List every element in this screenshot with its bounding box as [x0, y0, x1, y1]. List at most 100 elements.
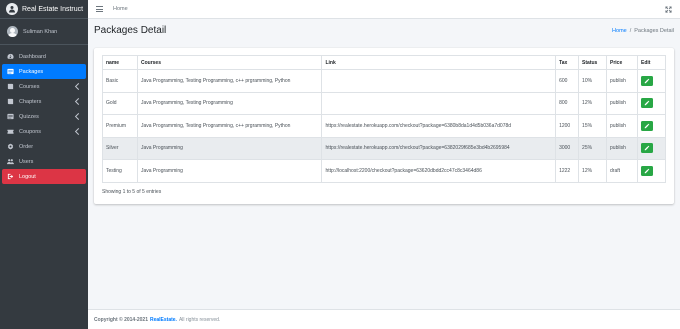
- sidebar-item-dashboard[interactable]: Dashboard: [2, 49, 86, 64]
- footer-copyright: Copyright © 2014-2021: [94, 316, 148, 323]
- sidebar-item-label: Dashboard: [19, 53, 46, 60]
- edit-icon: [644, 123, 650, 128]
- cell-tax: 1222: [555, 159, 580, 183]
- sidebar-item-quizzes[interactable]: Quizzes: [2, 109, 86, 124]
- column-header[interactable]: Edit: [636, 55, 667, 70]
- page-title: Packages Detail: [94, 25, 167, 36]
- table-header-row: name Courses Link Tax Status Price Edit: [102, 55, 667, 70]
- edit-icon: [644, 101, 650, 106]
- cog-icon: [7, 143, 14, 150]
- hamburger-icon[interactable]: [96, 6, 103, 12]
- cell-link: [321, 91, 557, 115]
- column-header[interactable]: Price: [606, 55, 638, 70]
- cell-tax: 1200: [555, 114, 580, 138]
- brand[interactable]: Real Estate Instruct: [0, 0, 88, 19]
- book-icon: [7, 98, 14, 105]
- edit-icon: [644, 78, 650, 83]
- fullscreen-icon[interactable]: [665, 6, 672, 13]
- sidebar-item-packages[interactable]: Packages: [2, 64, 86, 79]
- sidebar-item-label: Coupons: [19, 128, 42, 135]
- sidebar: Real Estate Instruct Suliman Khan Dashbo…: [0, 0, 88, 329]
- cell-edit: [636, 159, 667, 183]
- cell-tax: 600: [555, 69, 580, 93]
- cell-name: Premium: [102, 114, 138, 138]
- breadcrumb-home-link[interactable]: Home: [612, 28, 627, 34]
- users-icon: [7, 158, 14, 165]
- edit-button[interactable]: [640, 143, 653, 154]
- footer-rights: All rights reserved.: [178, 316, 221, 323]
- cell-status: 12%: [578, 91, 608, 115]
- sidebar-item-label: Chapters: [19, 98, 42, 105]
- sidebar-item-coupons[interactable]: Coupons: [2, 124, 86, 139]
- sidebar-item-label: Packages: [19, 68, 44, 75]
- sidebar-item-label: Courses: [19, 83, 40, 90]
- table-row: Testing Java Programming http://localhos…: [102, 159, 667, 183]
- cell-edit: [636, 91, 667, 115]
- breadcrumb-current: Packages Detail: [634, 28, 674, 34]
- dashboard-icon: [7, 53, 14, 60]
- user-name: Suliman Khan: [23, 28, 58, 35]
- sidebar-item-users[interactable]: Users: [2, 154, 86, 169]
- column-header[interactable]: Courses: [136, 55, 323, 70]
- cell-price: publish: [606, 91, 638, 115]
- cell-price: publish: [606, 136, 638, 160]
- cell-name: Testing: [102, 159, 138, 183]
- sidebar-item-logout[interactable]: Logout: [2, 169, 86, 184]
- user-panel[interactable]: Suliman Khan: [0, 19, 88, 45]
- sidebar-item-label: Users: [19, 158, 34, 165]
- cell-courses: Java Programming, Testing Programming, c…: [136, 69, 323, 93]
- brand-logo-icon: [6, 3, 18, 15]
- cell-courses: Java Programming, Testing Programming, c…: [136, 114, 323, 138]
- book-icon: [7, 83, 14, 90]
- edit-icon: [644, 168, 650, 173]
- column-header[interactable]: Link: [321, 55, 557, 70]
- column-header[interactable]: Status: [578, 55, 608, 70]
- table-row: Basic Java Programming, Testing Programm…: [102, 69, 667, 93]
- list-icon: [7, 113, 14, 120]
- table-row: Gold Java Programming, Testing Programmi…: [102, 91, 667, 115]
- sidebar-nav: Dashboard Packages Courses Chapters Quiz…: [0, 45, 88, 184]
- edit-button[interactable]: [640, 75, 653, 86]
- topbar-home-link[interactable]: Home: [113, 6, 128, 12]
- sidebar-item-chapters[interactable]: Chapters: [2, 94, 86, 109]
- cell-edit: [636, 69, 667, 93]
- edit-button[interactable]: [640, 98, 653, 109]
- chevron-left-icon: [74, 98, 80, 105]
- cell-price: publish: [606, 114, 638, 138]
- cell-price: draft: [606, 159, 638, 183]
- edit-button[interactable]: [640, 120, 653, 131]
- list-icon: [7, 68, 14, 75]
- cell-price: publish: [606, 69, 638, 93]
- cell-link[interactable]: https://realestate.herokuapp.com/checkou…: [321, 114, 557, 138]
- cell-edit: [636, 114, 667, 138]
- cell-link: [321, 69, 557, 93]
- chevron-left-icon: [74, 83, 80, 90]
- packages-card: name Courses Link Tax Status Price Edit …: [94, 48, 674, 204]
- cell-link[interactable]: https://realestate.herokuapp.com/checkou…: [321, 136, 557, 160]
- table-row: Silver Java Programming https://realesta…: [102, 136, 667, 160]
- cell-edit: [636, 136, 667, 160]
- footer-brand-link[interactable]: RealEstate.: [150, 317, 177, 323]
- cell-tax: 3000: [555, 136, 580, 160]
- brand-text: Real Estate Instruct: [22, 5, 84, 13]
- sidebar-item-order[interactable]: Order: [2, 139, 86, 154]
- packages-table: name Courses Link Tax Status Price Edit …: [102, 55, 667, 183]
- cell-courses: Java Programming, Testing Programming: [136, 91, 323, 115]
- column-header[interactable]: Tax: [555, 55, 580, 70]
- table-row: Premium Java Programming, Testing Progra…: [102, 114, 667, 138]
- chevron-left-icon: [74, 113, 80, 120]
- topbar: Home: [88, 0, 680, 19]
- cell-name: Basic: [102, 69, 138, 93]
- cell-tax: 800: [555, 91, 580, 115]
- table-info: Showing 1 to 5 of 5 entries: [102, 189, 162, 195]
- cell-courses: Java Programming: [136, 136, 323, 160]
- cell-link[interactable]: http://localhost:2200/checkout?package=6…: [321, 159, 557, 183]
- logout-icon: [7, 173, 14, 180]
- sidebar-item-courses[interactable]: Courses: [2, 79, 86, 94]
- coupon-icon: [7, 128, 14, 135]
- sidebar-item-label: Quizzes: [19, 113, 39, 120]
- edit-button[interactable]: [640, 165, 653, 176]
- cell-status: 10%: [578, 69, 608, 93]
- cell-status: 12%: [578, 159, 608, 183]
- column-header[interactable]: name: [102, 55, 138, 70]
